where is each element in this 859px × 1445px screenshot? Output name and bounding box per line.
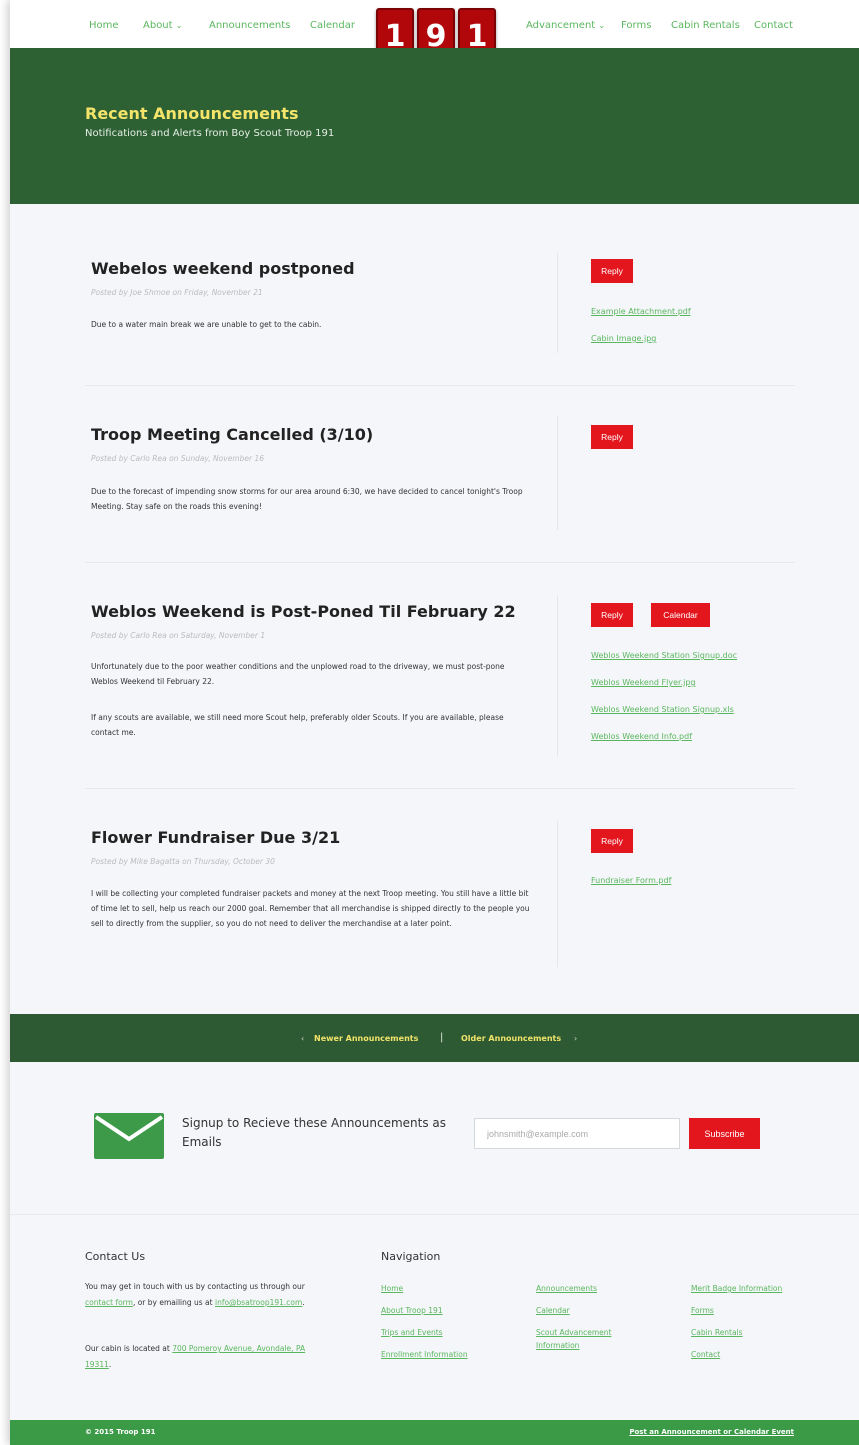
navigation-heading: Navigation [381, 1250, 441, 1263]
cabin-text-part: Our cabin is located at [85, 1344, 173, 1353]
post-body: I will be collecting your completed fund… [91, 889, 530, 928]
subscribe-button[interactable]: Subscribe [689, 1118, 760, 1149]
nav-announcements[interactable]: Announcements [209, 20, 290, 31]
top-nav: Home About ⌄ Announcements Calendar 1 9 … [10, 0, 859, 64]
attachment-link[interactable]: Example Attachment.pdf [591, 307, 691, 316]
post-body: Due to a water main break we are unable … [91, 320, 322, 329]
contact-text-part: , or by emailing us at [132, 1298, 215, 1307]
envelope-icon [94, 1113, 164, 1159]
page-title: Recent Announcements [85, 104, 299, 123]
contact-text: You may get in touch with us by contacti… [85, 1279, 315, 1311]
post-title: Troop Meeting Cancelled (3/10) [91, 425, 374, 444]
chevron-right-icon: › [574, 1034, 578, 1043]
pagination-bar: ‹ Newer Announcements | Older Announceme… [10, 1014, 859, 1062]
attachment-link[interactable]: Fundraiser Form.pdf [591, 876, 671, 885]
signup-text: Signup to Recieve these Announcements as… [182, 1116, 447, 1149]
footer-nav-link[interactable]: Enrollment Information [381, 1348, 468, 1361]
contact-heading: Contact Us [85, 1250, 146, 1263]
nav-about-label: About [143, 20, 173, 31]
footer-nav-link[interactable]: Cabin Rentals [691, 1326, 743, 1339]
contact-text-part: You may get in touch with us by contacti… [85, 1282, 305, 1291]
footer-nav-link[interactable]: Contact [691, 1348, 720, 1361]
newer-announcements-link[interactable]: Newer Announcements [314, 1034, 418, 1043]
email-link[interactable]: info@bsatroop191.com [215, 1298, 302, 1307]
post-separator [85, 562, 795, 563]
reply-button[interactable]: Reply [591, 425, 633, 449]
post-body: Unfortunately due to the poor weather co… [91, 662, 505, 686]
divider [557, 596, 558, 756]
post-meta: Posted by Joe Shmoe on Friday, November … [91, 288, 263, 297]
hero-banner: Recent Announcements Notifications and A… [10, 48, 859, 204]
footer-nav-link[interactable]: Merit Badge Information [691, 1282, 782, 1295]
attachment-link[interactable]: Cabin Image.jpg [591, 334, 656, 343]
page-frame: Home About ⌄ Announcements Calendar 1 9 … [10, 0, 859, 1445]
attachment-link[interactable]: Weblos Weekend Station Signup.doc [591, 651, 737, 660]
footer-nav-link[interactable]: Calendar [536, 1304, 570, 1317]
calendar-button[interactable]: Calendar [651, 603, 710, 627]
nav-calendar[interactable]: Calendar [310, 20, 355, 31]
cabin-text: Our cabin is located at 700 Pomeroy Aven… [85, 1341, 315, 1373]
post-meta: Posted by Carlo Rea on Sunday, November … [91, 454, 264, 463]
chevron-down-icon: ⌄ [175, 21, 183, 30]
post-body: If any scouts are available, we still ne… [91, 713, 504, 737]
post-announcement-link[interactable]: Post an Announcement or Calendar Event [629, 1428, 794, 1436]
nav-about[interactable]: About ⌄ [143, 20, 182, 31]
divider [557, 416, 558, 530]
nav-cabin-rentals[interactable]: Cabin Rentals [671, 20, 740, 31]
reply-button[interactable]: Reply [591, 829, 633, 853]
post-meta: Posted by Mike Bagatta on Thursday, Octo… [91, 857, 275, 866]
reply-button[interactable]: Reply [591, 603, 633, 627]
attachment-link[interactable]: Weblos Weekend Station Signup.xls [591, 705, 734, 714]
chevron-down-icon: ⌄ [598, 21, 606, 30]
footer-nav-link[interactable]: Trips and Events [381, 1326, 443, 1339]
footer-nav-link[interactable]: Announcements [536, 1282, 597, 1295]
divider [557, 253, 558, 353]
post-separator [85, 385, 795, 386]
footer-nav-link[interactable]: Forms [691, 1304, 714, 1317]
footer-divider [10, 1214, 859, 1215]
nav-advancement-label: Advancement [526, 20, 596, 31]
footer-nav-link[interactable]: About Troop 191 [381, 1304, 443, 1317]
nav-home[interactable]: Home [89, 20, 119, 31]
cabin-text-part: . [108, 1360, 112, 1369]
chevron-left-icon: ‹ [301, 1034, 305, 1043]
post-title: Weblos Weekend is Post-Poned Til Februar… [91, 602, 516, 621]
contact-form-link[interactable]: contact form [85, 1298, 133, 1307]
attachment-link[interactable]: Weblos Weekend Flyer.jpg [591, 678, 695, 687]
post-body: Due to the forecast of impending snow st… [91, 487, 523, 511]
post-title: Flower Fundraiser Due 3/21 [91, 828, 341, 847]
divider [557, 821, 558, 967]
copyright: © 2015 Troop 191 [85, 1428, 156, 1436]
footer-nav-link[interactable]: Scout Advancement Information [536, 1326, 646, 1352]
post-separator [85, 788, 795, 789]
older-announcements-link[interactable]: Older Announcements [461, 1034, 561, 1043]
footer-nav-link[interactable]: Home [381, 1282, 403, 1295]
reply-button[interactable]: Reply [591, 259, 633, 283]
email-field[interactable] [474, 1118, 680, 1149]
pager-separator: | [440, 1032, 444, 1043]
nav-advancement[interactable]: Advancement ⌄ [526, 20, 605, 31]
post-title: Webelos weekend postponed [91, 259, 355, 278]
contact-text-part: . [302, 1298, 305, 1307]
nav-forms[interactable]: Forms [621, 20, 651, 31]
nav-contact[interactable]: Contact [754, 20, 793, 31]
attachment-link[interactable]: Weblos Weekend Info.pdf [591, 732, 692, 741]
page-subtitle: Notifications and Alerts from Boy Scout … [85, 128, 335, 139]
post-meta: Posted by Carlo Rea on Saturday, Novembe… [91, 631, 266, 640]
bottom-bar: © 2015 Troop 191 Post an Announcement or… [10, 1420, 859, 1445]
